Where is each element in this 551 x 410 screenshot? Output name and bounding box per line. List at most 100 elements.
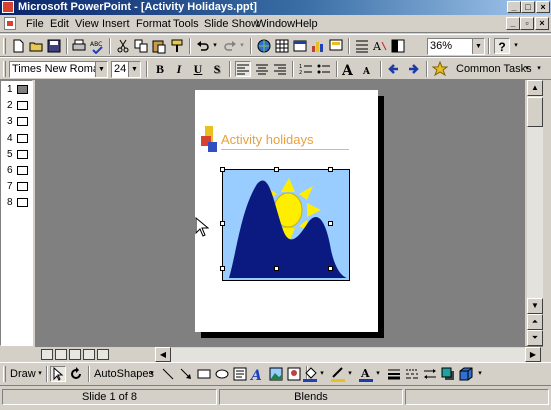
increase-font-size-icon[interactable]: A <box>341 61 358 79</box>
vertical-scrollbar[interactable]: ▲ ▼ ⏶ ⏷ <box>527 80 543 346</box>
new-icon[interactable] <box>10 38 26 54</box>
3d-icon[interactable] <box>458 366 474 382</box>
tables-borders-icon[interactable] <box>274 38 290 54</box>
resize-handle[interactable] <box>220 221 225 226</box>
outline-pane[interactable]: 1 2 3 4 5 6 7 8 <box>0 80 33 346</box>
show-formatting-icon[interactable]: A <box>372 38 388 54</box>
draw-menu-button[interactable]: Draw <box>10 366 36 382</box>
resize-handle[interactable] <box>328 221 333 226</box>
common-tasks-dropdown-icon[interactable]: ▾ <box>523 61 531 77</box>
menu-help[interactable]: Help <box>295 17 318 31</box>
new-slide-icon[interactable] <box>328 38 344 54</box>
free-rotate-icon[interactable] <box>68 366 84 382</box>
help-icon[interactable]: ? <box>494 38 510 54</box>
scroll-up-icon[interactable]: ▲ <box>527 80 543 96</box>
select-objects-icon[interactable] <box>50 366 66 382</box>
scroll-thumb[interactable] <box>527 97 543 127</box>
dash-style-icon[interactable] <box>404 366 420 382</box>
toolbar-grip[interactable] <box>3 366 6 382</box>
bullets-icon[interactable] <box>316 61 332 77</box>
menu-slide-show[interactable]: Slide Show <box>204 17 259 31</box>
autoshapes-dropdown-icon[interactable]: ▾ <box>148 366 156 382</box>
save-icon[interactable] <box>46 38 62 54</box>
underline-button[interactable]: U <box>190 61 206 77</box>
chevron-down-icon[interactable]: ▼ <box>472 39 484 54</box>
print-icon[interactable] <box>71 38 87 54</box>
format-painter-icon[interactable] <box>169 38 185 54</box>
scroll-right-icon[interactable]: ▶ <box>525 347 541 362</box>
cut-icon[interactable] <box>115 38 131 54</box>
fill-color-icon[interactable] <box>302 366 318 382</box>
line-color-icon[interactable] <box>330 366 346 382</box>
text-box-icon[interactable] <box>232 366 248 382</box>
chevron-down-icon[interactable]: ▼ <box>95 62 107 77</box>
grayscale-preview-icon[interactable] <box>390 38 406 54</box>
toolbar-grip[interactable] <box>3 38 6 54</box>
slide-title[interactable]: Activity holidays <box>221 132 313 147</box>
open-folder-icon[interactable] <box>28 38 44 54</box>
doc-close-button[interactable]: × <box>535 17 549 30</box>
italic-button[interactable]: I <box>171 61 187 77</box>
insert-chart-icon[interactable] <box>310 38 326 54</box>
line-style-icon[interactable] <box>386 366 402 382</box>
common-tasks-icon[interactable] <box>431 60 449 77</box>
slide-work-area[interactable]: Activity holidays <box>35 80 525 346</box>
autoshapes-menu-button[interactable]: AutoShapes <box>94 366 154 382</box>
align-right-icon[interactable] <box>272 61 288 77</box>
oval-tool-icon[interactable] <box>214 366 230 382</box>
align-center-icon[interactable] <box>254 61 270 77</box>
menu-edit[interactable]: Edit <box>50 17 69 31</box>
maximize-button[interactable]: □ <box>521 1 535 13</box>
resize-handle[interactable] <box>274 266 279 271</box>
shadow-icon[interactable] <box>440 366 456 382</box>
insert-hyperlink-icon[interactable] <box>256 38 272 54</box>
align-left-icon[interactable] <box>235 61 251 77</box>
outline-view-icon[interactable] <box>55 349 67 360</box>
spelling-icon[interactable]: ABC <box>89 38 105 55</box>
horizontal-scrollbar[interactable]: ◀ ▶ <box>155 347 541 362</box>
slide-view-icon[interactable] <box>69 349 81 360</box>
shadow-button[interactable]: S <box>209 61 225 77</box>
minimize-button[interactable]: _ <box>507 1 521 13</box>
line-color-dropdown-icon[interactable]: ▾ <box>346 366 354 382</box>
scroll-down-icon[interactable]: ▼ <box>527 298 543 314</box>
doc-restore-button[interactable]: ▫ <box>520 17 534 30</box>
slide-page[interactable]: Activity holidays <box>195 90 378 332</box>
menu-format[interactable]: Format <box>136 17 171 31</box>
redo-icon[interactable] <box>222 38 238 54</box>
slide-sorter-view-icon[interactable] <box>83 349 95 360</box>
resize-handle[interactable] <box>220 266 225 271</box>
copy-icon[interactable] <box>133 38 149 54</box>
clip-art-picture[interactable] <box>220 167 350 281</box>
decrease-font-size-icon[interactable]: A <box>360 61 376 77</box>
insert-wordart-icon[interactable]: A <box>249 366 266 384</box>
powerpoint-app-icon[interactable] <box>2 1 14 13</box>
expand-all-icon[interactable] <box>354 38 370 54</box>
font-color-dropdown-icon[interactable]: ▾ <box>374 366 382 382</box>
slide-show-view-icon[interactable] <box>97 349 109 360</box>
toolbar-options-icon[interactable]: ▾ <box>535 61 543 77</box>
next-slide-icon[interactable]: ⏷ <box>527 330 543 346</box>
doc-minimize-button[interactable]: _ <box>506 17 520 30</box>
previous-slide-icon[interactable]: ⏶ <box>527 314 543 330</box>
normal-view-icon[interactable] <box>41 349 53 360</box>
menu-tools[interactable]: Tools <box>173 17 199 31</box>
menu-view[interactable]: View <box>75 17 99 31</box>
arrow-tool-icon[interactable] <box>178 366 194 382</box>
insert-picture-icon[interactable] <box>286 366 302 382</box>
numbering-icon[interactable]: 12 <box>298 61 314 77</box>
font-size-select[interactable]: 24 ▼ <box>111 61 141 78</box>
zoom-select[interactable]: 36% ▼ <box>427 38 485 55</box>
resize-handle[interactable] <box>274 167 279 172</box>
insert-clip-art-icon[interactable] <box>268 366 284 382</box>
toolbar-options-icon[interactable]: ▾ <box>512 38 520 54</box>
demote-icon[interactable] <box>405 61 421 77</box>
toolbar-options-icon[interactable]: ▾ <box>476 366 484 382</box>
promote-icon[interactable] <box>386 61 402 77</box>
close-button[interactable]: × <box>536 1 550 13</box>
insert-table-icon[interactable] <box>292 38 308 54</box>
fill-color-dropdown-icon[interactable]: ▾ <box>318 366 326 382</box>
menu-insert[interactable]: Insert <box>102 17 130 31</box>
undo-dropdown-icon[interactable]: ▾ <box>211 38 219 54</box>
undo-icon[interactable] <box>195 38 211 54</box>
